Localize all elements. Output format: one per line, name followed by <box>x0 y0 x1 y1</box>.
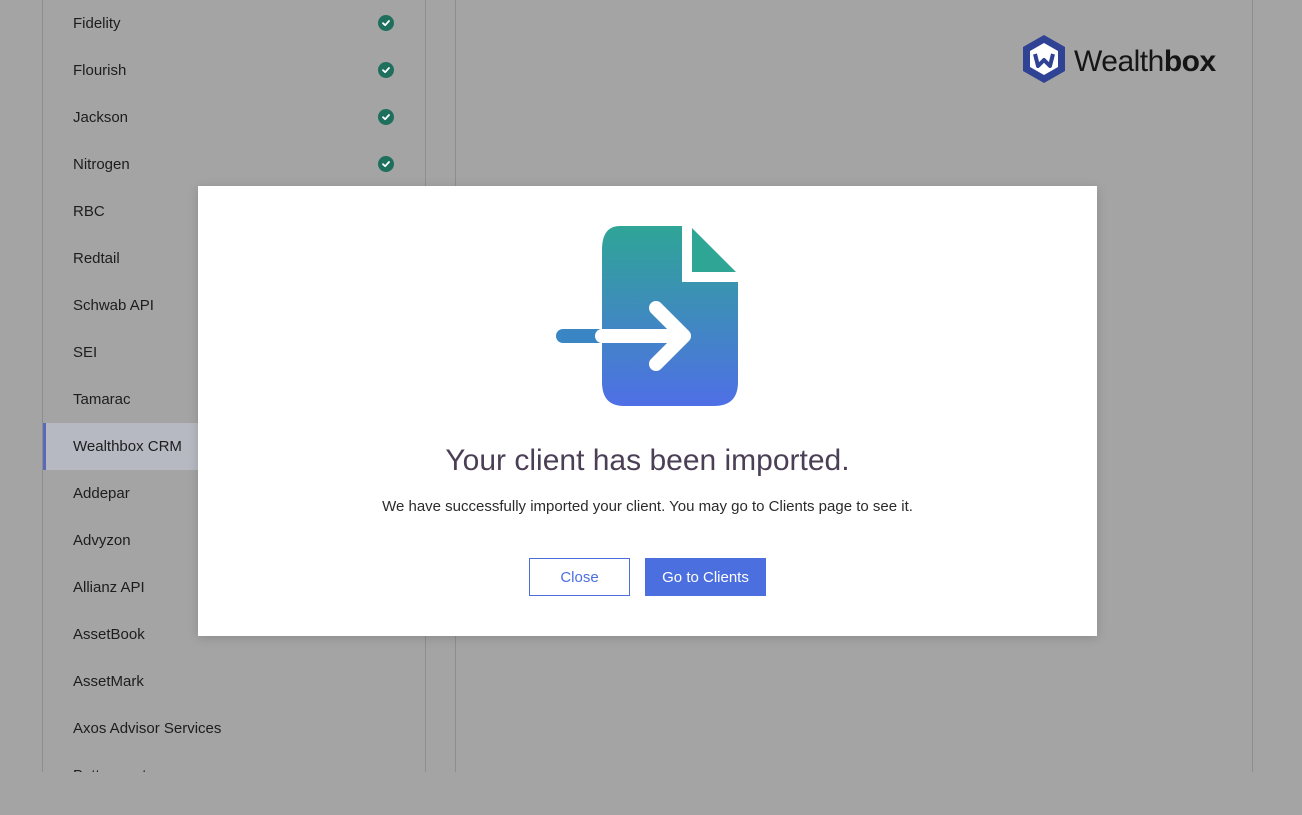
close-button[interactable]: Close <box>529 558 630 596</box>
go-to-clients-button[interactable]: Go to Clients <box>645 558 766 596</box>
modal-title: Your client has been imported. <box>445 444 850 477</box>
file-import-icon <box>554 224 740 413</box>
modal-message: We have successfully imported your clien… <box>382 498 913 515</box>
import-success-modal: Your client has been imported. We have s… <box>198 186 1097 636</box>
